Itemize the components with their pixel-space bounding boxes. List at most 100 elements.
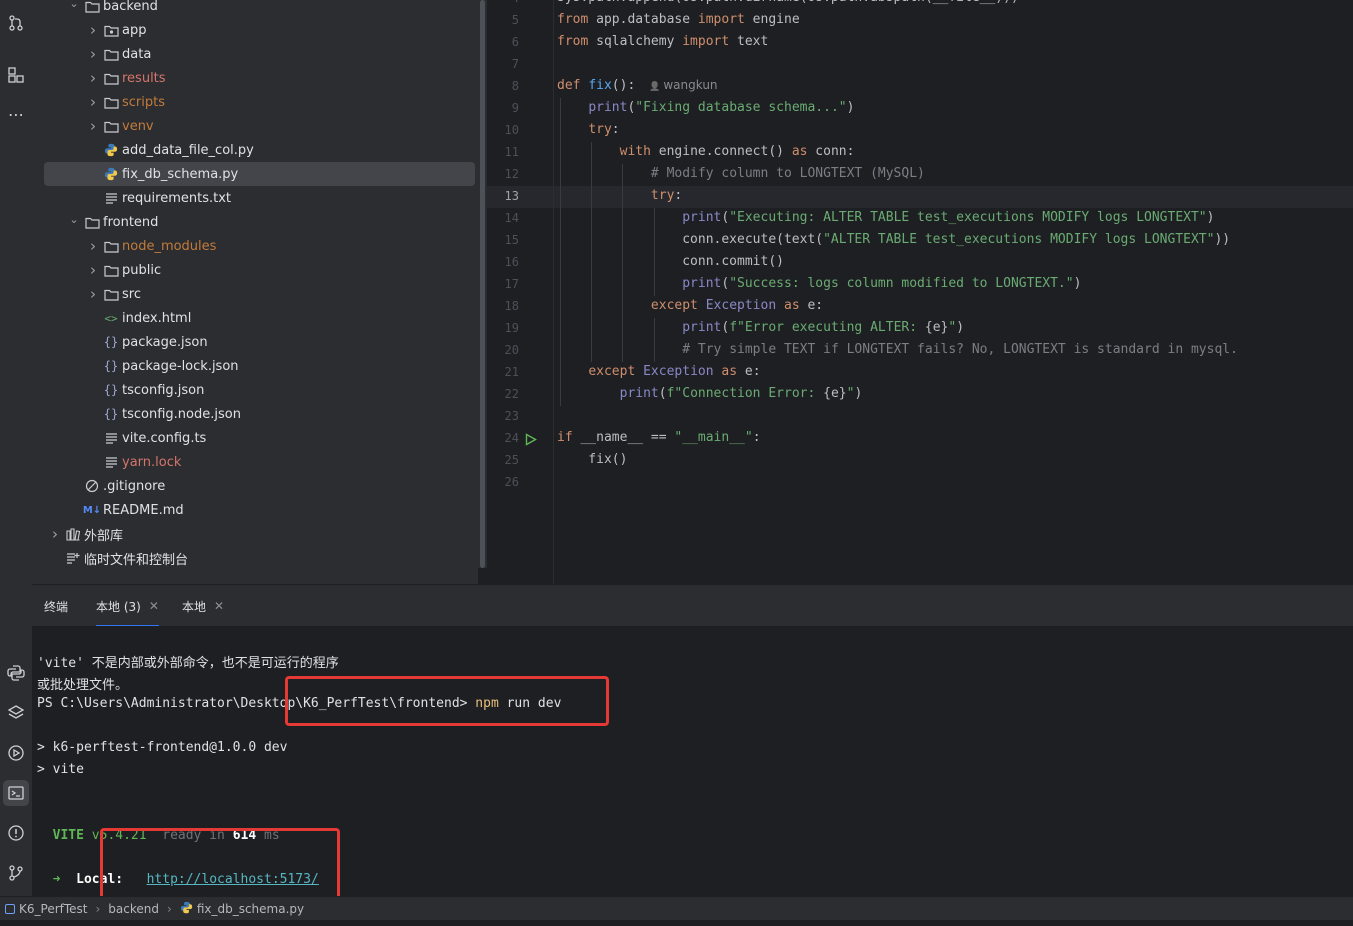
tab-label: 本地 (182, 599, 207, 614)
code-editor[interactable]: 4 sys.path.append(os.path.dirname(os.path… (487, 0, 1353, 584)
code-line[interactable]: try: (557, 122, 619, 137)
line-number: 11 (504, 145, 519, 159)
tab-terminal-0[interactable]: 终端 (44, 585, 68, 627)
tree-item[interactable]: {} tsconfig.json (32, 378, 478, 402)
tree-item[interactable]: › public (32, 258, 478, 282)
python-file-icon (103, 142, 119, 158)
tree-item[interactable]: {} package.json (32, 330, 478, 354)
chevron-right-icon[interactable]: › (86, 69, 100, 87)
json-file-icon: {} (103, 407, 119, 421)
tree-item-label: frontend (103, 214, 159, 230)
author-inlay-hint[interactable]: 👤 wangkun (649, 78, 717, 92)
code-line[interactable]: def fix(): 👤 wangkun (557, 78, 718, 93)
code-line[interactable]: print("Executing: ALTER TABLE test_execu… (557, 210, 1214, 225)
tree-item[interactable]: vite.config.ts (32, 426, 478, 450)
code-line[interactable]: try: (557, 188, 682, 203)
close-icon[interactable]: ✕ (149, 599, 159, 613)
json-file-icon: {} (103, 359, 119, 373)
chevron-right-icon[interactable]: › (86, 21, 100, 39)
folder-icon (103, 118, 119, 134)
chevron-right-icon[interactable]: › (86, 261, 100, 279)
chevron-right-icon[interactable]: › (86, 237, 100, 255)
folder-icon (103, 286, 119, 302)
chevron-right-icon[interactable]: › (86, 93, 100, 111)
tree-scrollbar-thumb[interactable] (480, 0, 485, 568)
code-line[interactable]: print("Success: logs column modified to … (557, 276, 1081, 291)
tree-item[interactable]: › 外部库 (32, 522, 478, 546)
tree-item[interactable]: › results (32, 66, 478, 90)
indent-guide (560, 98, 561, 406)
tree-item[interactable]: M↓ README.md (32, 498, 478, 522)
structure-icon[interactable] (3, 62, 29, 88)
close-icon[interactable]: ✕ (214, 599, 224, 613)
chevron-down-icon[interactable]: ⌄ (67, 0, 81, 10)
vite-ready-text: ready in (162, 828, 225, 843)
tree-item[interactable]: ⌄ frontend (32, 210, 478, 234)
breadcrumb-file[interactable]: fix_db_schema.py (197, 902, 304, 916)
window-bottom-edge (0, 920, 1353, 926)
code-line[interactable]: print("Fixing database schema...") (557, 100, 854, 115)
code-line[interactable]: # Try simple TEXT if LONGTEXT fails? No,… (557, 342, 1238, 357)
tree-item[interactable]: .gitignore (32, 474, 478, 498)
commit-icon[interactable] (3, 10, 29, 36)
indent-guide (653, 318, 655, 362)
code-line[interactable]: with engine.connect() as conn: (557, 144, 855, 159)
line-number: 22 (504, 387, 519, 401)
run-icon[interactable] (525, 433, 537, 450)
python-console-icon[interactable] (3, 660, 29, 686)
tree-item-label: scripts (122, 94, 165, 110)
code-line[interactable]: from sqlalchemy import text (557, 34, 768, 49)
chevron-right-icon[interactable]: › (86, 45, 100, 63)
tree-item[interactable]: <> index.html (32, 306, 478, 330)
vite-ready-ms: 614 (232, 828, 257, 843)
problems-icon[interactable] (3, 820, 29, 846)
tree-item[interactable]: {} tsconfig.node.json (32, 402, 478, 426)
code-line[interactable]: sys.path.append(os.path.dirname(os.path.… (557, 0, 1019, 5)
chevron-down-icon[interactable]: ⌄ (67, 213, 81, 226)
code-line[interactable]: from app.database import engine (557, 12, 800, 27)
tree-item-label: app (122, 22, 147, 38)
terminal-output[interactable]: 'vite' 不是内部或外部命令，也不是可运行的程序 或批处理文件。 PS C:… (32, 626, 1353, 896)
tree-item[interactable]: › scripts (32, 90, 478, 114)
tree-item[interactable]: › data (32, 42, 478, 66)
tree-scrollbar[interactable] (478, 0, 487, 568)
more-icon[interactable]: ⋯ (3, 101, 29, 127)
tree-item[interactable]: yarn.lock (32, 450, 478, 474)
code-line[interactable]: conn.execute(text("ALTER TABLE test_exec… (557, 232, 1230, 247)
tree-item[interactable]: ⌄ backend (32, 0, 478, 18)
breadcrumb-project[interactable]: K6_PerfTest (19, 902, 87, 916)
line-number: 14 (504, 211, 519, 225)
code-line[interactable]: fix() (557, 452, 627, 467)
arrow-icon: ➜ (52, 872, 61, 887)
tree-item[interactable]: requirements.txt (32, 186, 478, 210)
code-line[interactable]: # Modify column to LONGTEXT (MySQL) (557, 166, 925, 181)
gutter-separator (553, 0, 554, 584)
tab-terminal-2[interactable]: 本地 ✕ (182, 585, 224, 627)
vite-local-line: ➜ Local: http://localhost:5173/ (37, 872, 319, 887)
services-icon[interactable] (3, 740, 29, 766)
code-line[interactable]: except Exception as e: (557, 298, 823, 313)
tree-item[interactable]: › src (32, 282, 478, 306)
tab-terminal-1[interactable]: 本地 (3) ✕ (96, 585, 159, 627)
code-line[interactable]: print(f"Error executing ALTER: {e}") (557, 320, 964, 335)
tree-item[interactable]: fix_db_schema.py (44, 162, 475, 186)
chevron-right-icon[interactable]: › (86, 117, 100, 135)
layers-icon[interactable] (3, 700, 29, 726)
json-file-icon: {} (103, 335, 119, 349)
code-line[interactable]: print(f"Connection Error: {e}") (557, 386, 863, 401)
code-line[interactable]: if __name__ == "__main__": (557, 430, 761, 445)
line-number: 12 (504, 167, 519, 181)
chevron-right-icon[interactable]: › (48, 525, 62, 543)
tree-item[interactable]: › node_modules (32, 234, 478, 258)
tree-item[interactable]: › venv (32, 114, 478, 138)
tree-item[interactable]: {} package-lock.json (32, 354, 478, 378)
tree-item[interactable]: 临时文件和控制台 (32, 546, 478, 570)
chevron-right-icon[interactable]: › (86, 285, 100, 303)
tree-item[interactable]: › app (32, 18, 478, 42)
git-icon[interactable] (3, 860, 29, 886)
code-line[interactable]: except Exception as e: (557, 364, 760, 379)
tree-item[interactable]: add_data_file_col.py (32, 138, 478, 162)
local-url-link[interactable]: http://localhost:5173/ (147, 872, 319, 887)
terminal-icon[interactable] (3, 780, 29, 806)
breadcrumb-folder[interactable]: backend (108, 902, 159, 916)
